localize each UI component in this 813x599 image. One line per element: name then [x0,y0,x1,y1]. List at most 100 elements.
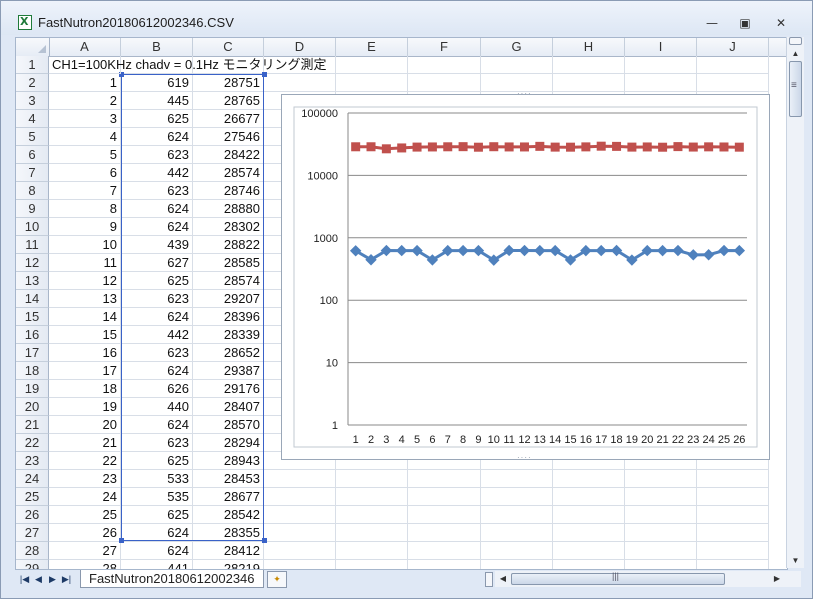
cell-a21[interactable]: 20 [49,416,121,434]
cell-a24[interactable]: 23 [49,470,121,488]
cell-e25[interactable] [336,488,408,506]
select-all-corner[interactable] [16,38,50,56]
column-header-f[interactable]: F [408,38,481,56]
column-header-g[interactable]: G [481,38,553,56]
cell-c7[interactable]: 28574 [193,164,264,182]
cell-a14[interactable]: 13 [49,290,121,308]
row-header[interactable]: 6 [16,146,49,164]
row-header[interactable]: 3 [16,92,49,110]
cell-c9[interactable]: 28880 [193,200,264,218]
close-button[interactable]: ✕ [770,15,792,31]
cell-b24[interactable]: 533 [121,470,193,488]
cell-g1[interactable] [481,56,553,74]
cell-a22[interactable]: 21 [49,434,121,452]
cell-i27[interactable] [625,524,697,542]
row-header[interactable]: 19 [16,380,49,398]
cell-g24[interactable] [481,470,553,488]
chart-resize-handle-top[interactable]: ···· [517,89,532,98]
row-header[interactable]: 26 [16,506,49,524]
row-header[interactable]: 9 [16,200,49,218]
maximize-button[interactable]: ▣ [734,15,756,31]
excel-icon[interactable] [18,15,32,30]
cell-c25[interactable]: 28677 [193,488,264,506]
cell-c12[interactable]: 28585 [193,254,264,272]
cell-f1[interactable] [408,56,481,74]
cell-b6[interactable]: 623 [121,146,193,164]
column-header-c[interactable]: C [193,38,264,56]
cell-c21[interactable]: 28570 [193,416,264,434]
row-header[interactable]: 18 [16,362,49,380]
cell-a20[interactable]: 19 [49,398,121,416]
cell-i1[interactable] [625,56,697,74]
row-header[interactable]: 4 [16,110,49,128]
column-header-b[interactable]: B [121,38,193,56]
cell-a9[interactable]: 8 [49,200,121,218]
cell-a6[interactable]: 5 [49,146,121,164]
selection-handle[interactable] [262,538,267,543]
cell-b26[interactable]: 625 [121,506,193,524]
title-bar[interactable]: FastNutron20180612002346.CSV — ▣ ✕ [1,1,812,35]
row-header[interactable]: 14 [16,290,49,308]
cell-i28[interactable] [625,542,697,560]
cell-f25[interactable] [408,488,481,506]
cell-c16[interactable]: 28339 [193,326,264,344]
cell-c17[interactable]: 28652 [193,344,264,362]
cell-a25[interactable]: 24 [49,488,121,506]
cell-b4[interactable]: 625 [121,110,193,128]
cell-c8[interactable]: 28746 [193,182,264,200]
sheet-tab[interactable]: FastNutron20180612002346 [80,570,264,588]
cell-g26[interactable] [481,506,553,524]
prev-sheet-button[interactable]: ◀ [33,572,44,586]
scroll-down-arrow[interactable]: ▼ [787,554,804,568]
horizontal-scroll-thumb[interactable] [511,571,725,585]
column-header-i[interactable]: I [625,38,697,56]
cell-a28[interactable]: 27 [49,542,121,560]
cell-a12[interactable]: 11 [49,254,121,272]
cell-c29[interactable]: 28219 [193,560,264,569]
row-header[interactable]: 17 [16,344,49,362]
cell-c18[interactable]: 29387 [193,362,264,380]
cell-h2[interactable] [553,74,625,92]
cell-a11[interactable]: 10 [49,236,121,254]
row-header[interactable]: 7 [16,164,49,182]
cell-a8[interactable]: 7 [49,182,121,200]
cell-e26[interactable] [336,506,408,524]
scroll-left-arrow[interactable]: ◀ [497,571,509,587]
row-header[interactable]: 15 [16,308,49,326]
row-header[interactable]: 28 [16,542,49,560]
cell-b8[interactable]: 623 [121,182,193,200]
cell-d27[interactable] [264,524,336,542]
cell-h28[interactable] [553,542,625,560]
cell-a29[interactable]: 28 [49,560,121,569]
cell-i2[interactable] [625,74,697,92]
cell-b29[interactable]: 441 [121,560,193,569]
cell-h24[interactable] [553,470,625,488]
cell-f29[interactable] [408,560,481,569]
row-header[interactable]: 22 [16,434,49,452]
cell-b28[interactable]: 624 [121,542,193,560]
cell-j2[interactable] [697,74,769,92]
cell-a2[interactable]: 1 [49,74,121,92]
first-sheet-button[interactable]: |◀ [19,572,30,586]
cell-b13[interactable]: 625 [121,272,193,290]
cell-a3[interactable]: 2 [49,92,121,110]
row-header[interactable]: 10 [16,218,49,236]
chart-resize-handle-bottom[interactable]: ···· [517,453,532,462]
selection-handle[interactable] [262,72,267,77]
cell-j1[interactable] [697,56,769,74]
cell-c22[interactable]: 28294 [193,434,264,452]
row-header[interactable]: 8 [16,182,49,200]
insert-sheet-icon[interactable]: ✦ [267,571,287,588]
cell-c5[interactable]: 27546 [193,128,264,146]
cell-a15[interactable]: 14 [49,308,121,326]
cell-h29[interactable] [553,560,625,569]
cell-b23[interactable]: 625 [121,452,193,470]
cell-c27[interactable]: 28355 [193,524,264,542]
cell-f24[interactable] [408,470,481,488]
row-header[interactable]: 5 [16,128,49,146]
cell-c6[interactable]: 28422 [193,146,264,164]
cell-b15[interactable]: 624 [121,308,193,326]
cell-i29[interactable] [625,560,697,569]
cell-d29[interactable] [264,560,336,569]
cell-b17[interactable]: 623 [121,344,193,362]
